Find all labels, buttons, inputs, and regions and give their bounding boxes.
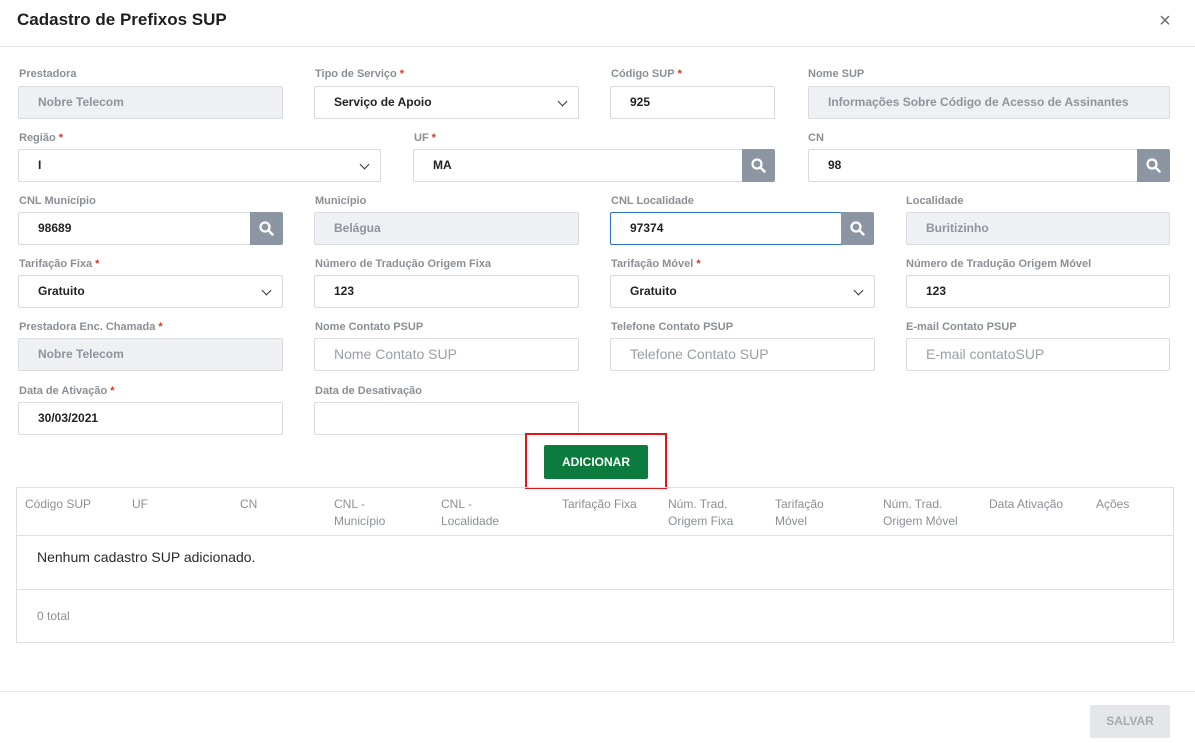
cnl-municipio-search-button[interactable] <box>250 212 283 245</box>
nome-contato-input[interactable]: Nome Contato SUP <box>314 338 579 371</box>
th-tarifacao-fixa: Tarifação Fixa <box>562 497 637 511</box>
divider <box>17 535 1173 536</box>
cnl-municipio-label: CNL Município <box>19 195 96 207</box>
nome-contato-label: Nome Contato PSUP <box>315 321 424 333</box>
save-button[interactable]: SALVAR <box>1090 705 1170 738</box>
num-trad-fixa-label: Número de Tradução Origem Fixa <box>315 258 492 270</box>
cn-input[interactable]: 98 <box>808 149 1138 182</box>
th-num-trad-fixa: Núm. Trad. Origem Fixa <box>668 497 734 528</box>
tipo-servico-label: Tipo de Serviço * <box>315 68 404 80</box>
uf-label: UF * <box>414 132 436 144</box>
municipio-label: Município <box>315 195 367 207</box>
chevron-down-icon <box>557 96 568 107</box>
modal-title: Cadastro de Prefixos SUP <box>17 10 227 29</box>
footer-divider <box>0 691 1195 692</box>
localidade-label: Localidade <box>906 195 964 207</box>
telefone-contato-input[interactable]: Telefone Contato SUP <box>610 338 875 371</box>
tipo-servico-select[interactable]: Serviço de Apoio <box>314 86 579 119</box>
tarifacao-movel-select[interactable]: Gratuito <box>610 275 875 308</box>
cnl-localidade-input[interactable]: 97374 <box>610 212 842 245</box>
cnl-municipio-input[interactable]: 98689 <box>18 212 251 245</box>
num-trad-movel-label: Número de Tradução Origem Móvel <box>906 258 1092 270</box>
sup-table: Código SUP UF CN CNL - Município CNL - Loc… <box>16 487 1174 643</box>
th-cnl-municipio: CNL - Município <box>334 497 386 528</box>
cn-label: CN <box>808 132 824 144</box>
municipio-field: Belágua <box>314 212 579 245</box>
prestadora-enc-label: Prestadora Enc. Chamada * <box>19 321 163 333</box>
regiao-select[interactable]: I <box>18 149 381 182</box>
add-button[interactable]: ADICIONAR <box>544 445 648 479</box>
search-icon <box>1146 158 1161 173</box>
search-icon <box>751 158 766 173</box>
data-desativacao-input[interactable] <box>314 402 579 435</box>
cn-search-button[interactable] <box>1137 149 1170 182</box>
th-num-trad-movel: Núm. Trad. Origem Móvel <box>883 497 958 528</box>
num-trad-movel-input[interactable]: 123 <box>906 275 1170 308</box>
email-contato-label: E-mail Contato PSUP <box>906 321 1017 333</box>
chevron-down-icon <box>359 159 370 170</box>
empty-message: Nenhum cadastro SUP adicionado. <box>37 549 256 565</box>
chevron-down-icon <box>853 285 864 296</box>
codigo-sup-label: Código SUP * <box>611 68 682 80</box>
nome-sup-field: Informações Sobre Código de Acesso de As… <box>808 86 1170 119</box>
chevron-down-icon <box>261 285 272 296</box>
data-ativacao-input[interactable]: 30/03/2021 <box>18 402 283 435</box>
th-acoes: Ações <box>1096 497 1130 511</box>
add-button-highlight: ADICIONAR <box>525 433 667 489</box>
data-desativacao-label: Data de Desativação <box>315 385 422 397</box>
modal-header: Cadastro de Prefixos SUP × <box>0 0 1195 47</box>
th-codigo-sup: Código SUP <box>25 497 92 511</box>
close-icon[interactable]: × <box>1155 10 1175 32</box>
divider <box>17 589 1173 590</box>
cnl-localidade-label: CNL Localidade <box>611 195 694 207</box>
localidade-field: Buritizinho <box>906 212 1170 245</box>
prestadora-enc-field: Nobre Telecom <box>18 338 283 371</box>
num-trad-fixa-input[interactable]: 123 <box>314 275 579 308</box>
tarifacao-fixa-select[interactable]: Gratuito <box>18 275 283 308</box>
data-ativacao-label: Data de Ativação * <box>19 385 115 397</box>
tarifacao-movel-label: Tarifação Móvel * <box>611 258 701 270</box>
uf-search-button[interactable] <box>742 149 775 182</box>
search-icon <box>850 221 865 236</box>
search-icon <box>259 221 274 236</box>
uf-input[interactable]: MA <box>413 149 743 182</box>
th-uf: UF <box>132 497 148 511</box>
th-cn: CN <box>240 497 258 511</box>
total-count: 0 total <box>37 609 70 623</box>
th-data-ativacao: Data Ativação <box>989 497 1064 511</box>
prestadora-field: Nobre Telecom <box>18 86 283 119</box>
cnl-localidade-search-button[interactable] <box>841 212 874 245</box>
tarifacao-fixa-label: Tarifação Fixa * <box>19 258 100 270</box>
regiao-label: Região * <box>19 132 63 144</box>
th-cnl-localidade: CNL - Localidade <box>441 497 500 528</box>
email-contato-input[interactable]: E-mail contatoSUP <box>906 338 1170 371</box>
telefone-contato-label: Telefone Contato PSUP <box>611 321 734 333</box>
th-tarifacao-movel: Tarifação Móvel <box>775 497 824 528</box>
nome-sup-label: Nome SUP <box>808 68 865 80</box>
codigo-sup-input[interactable]: 925 <box>610 86 775 119</box>
prestadora-label: Prestadora <box>19 68 77 80</box>
